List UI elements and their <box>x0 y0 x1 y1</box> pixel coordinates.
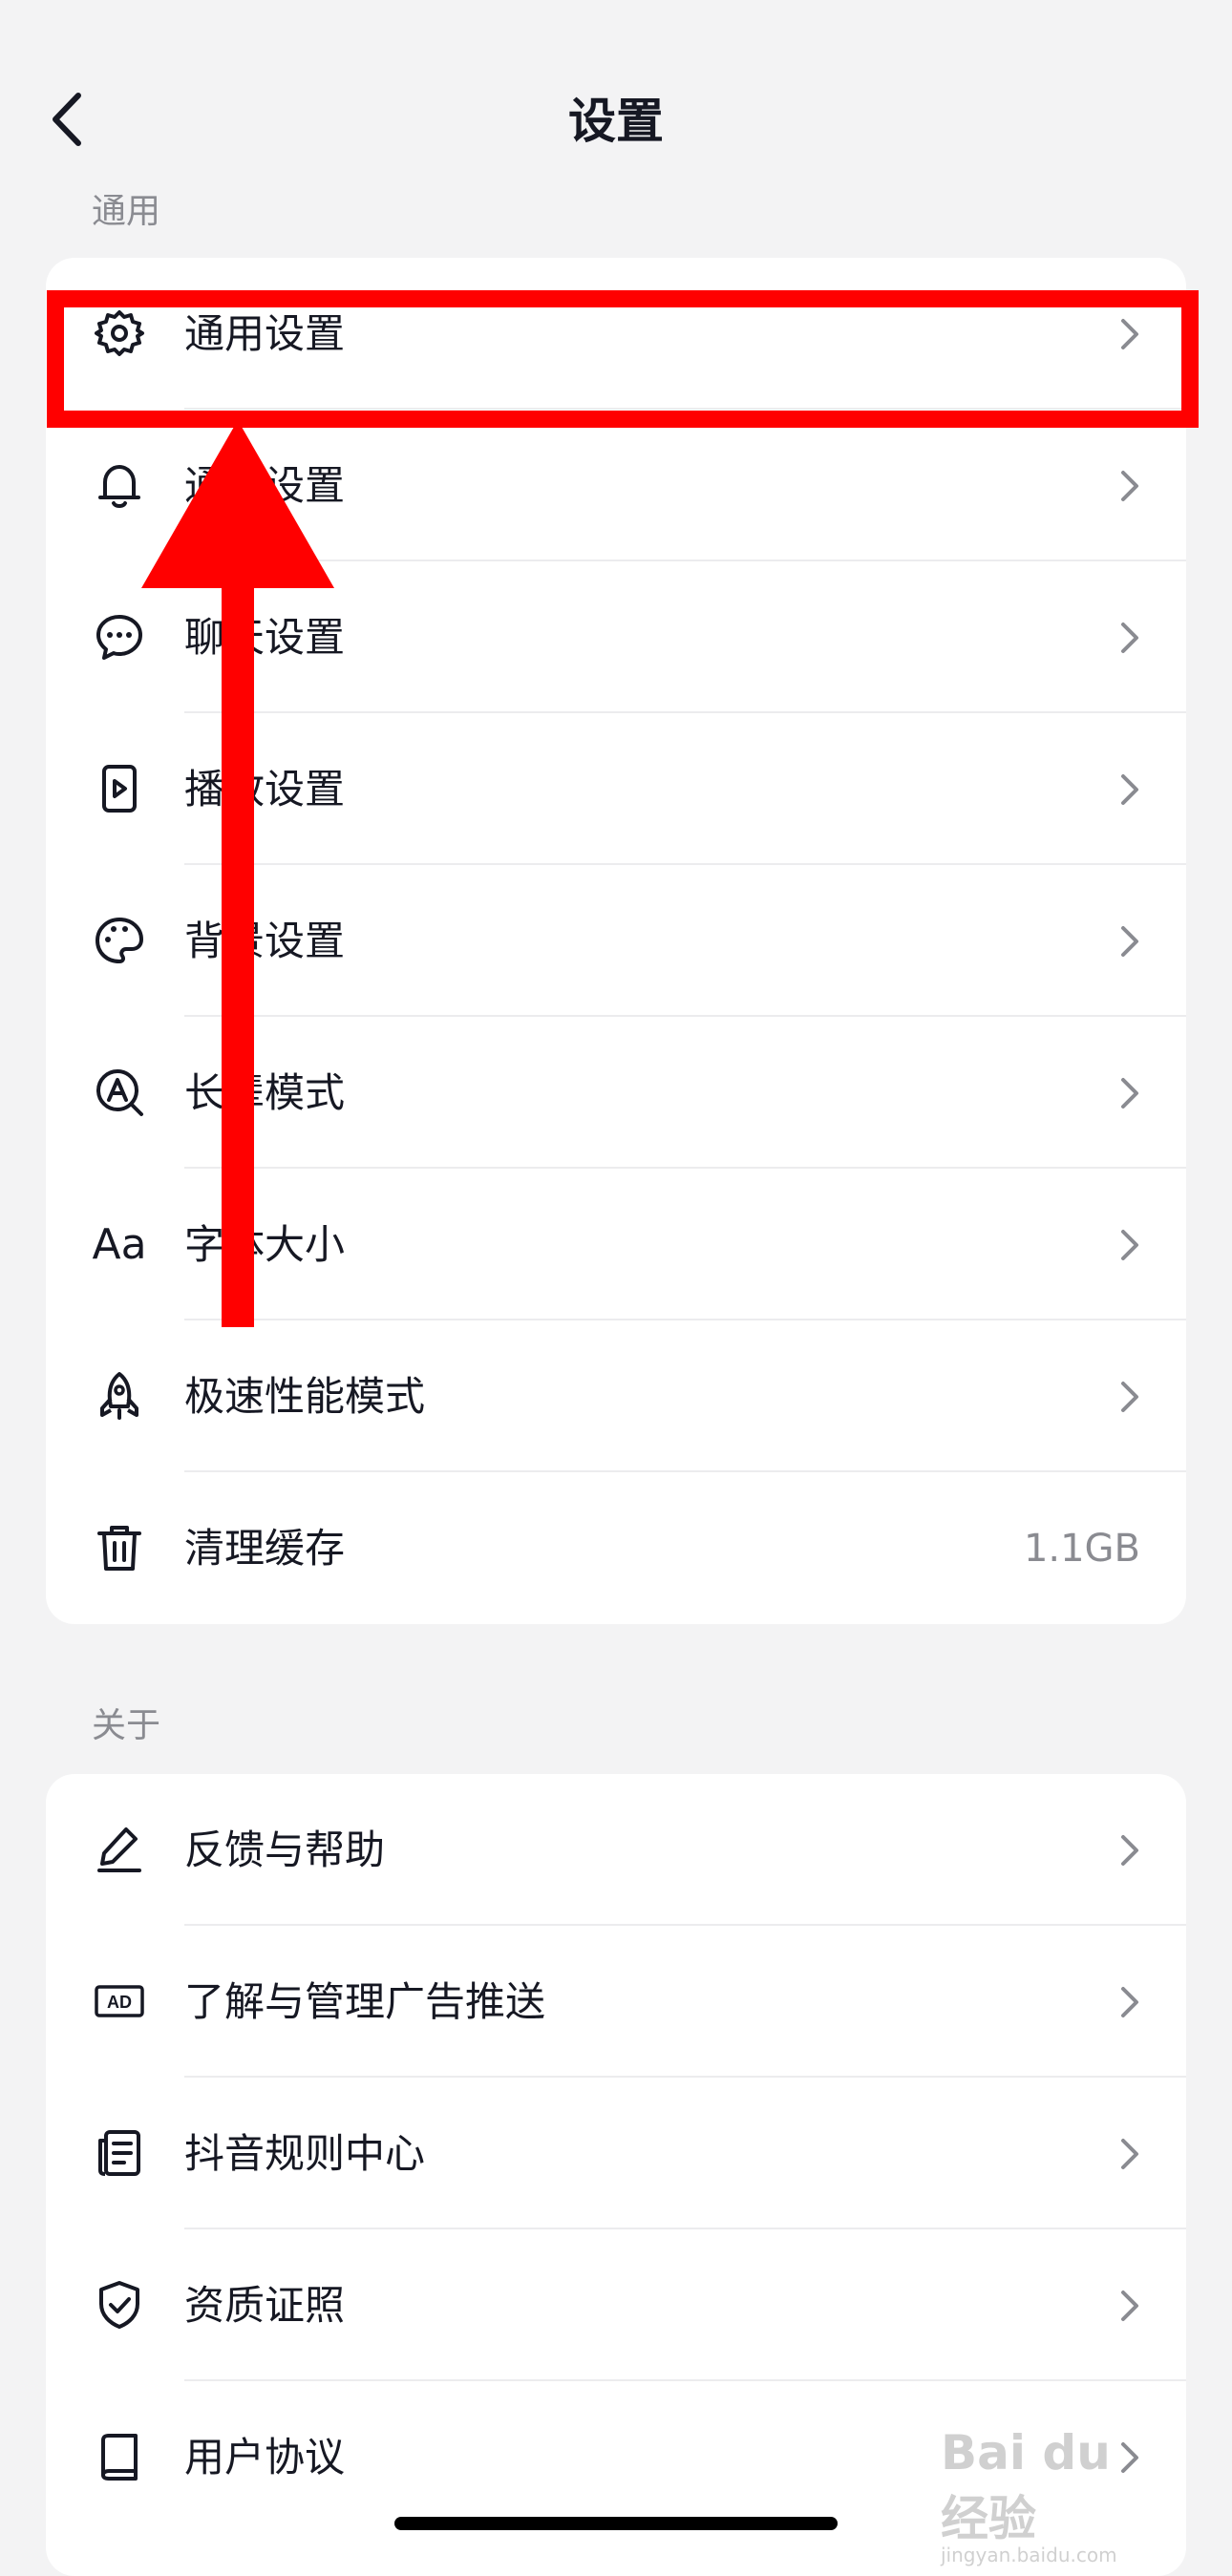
menu-item-label: 抖音规则中心 <box>184 2130 426 2177</box>
menu-item-feedback-help[interactable]: 反馈与帮助 <box>46 1774 1186 1926</box>
page-title: 设置 <box>568 94 664 149</box>
annotation-highlight-box <box>47 290 1199 428</box>
menu-item-qualifications[interactable]: 资质证照 <box>46 2229 1186 2381</box>
ad-glyph: AD <box>107 1993 132 2012</box>
magnify-a-icon <box>90 1063 149 1122</box>
chevron-right-icon <box>1121 926 1138 957</box>
chevron-right-icon <box>1121 774 1138 805</box>
watermark-subtext: jingyan.baidu.com <box>941 2544 1117 2566</box>
trash-icon <box>90 1518 149 1577</box>
cache-size-value: 1.1GB <box>1023 1527 1140 1571</box>
palette-icon <box>90 911 149 970</box>
rocket-icon <box>90 1366 149 1425</box>
menu-item-label: 极速性能模式 <box>184 1373 426 1420</box>
menu-item-label: 清理缓存 <box>184 1525 346 1572</box>
chevron-right-icon <box>1121 471 1138 501</box>
annotation-arrow-icon <box>141 420 334 1327</box>
section-title-about: 关于 <box>92 1706 161 1745</box>
menu-item-rules-center[interactable]: 抖音规则中心 <box>46 2078 1186 2229</box>
section-title-general: 通用 <box>92 192 161 231</box>
menu-item-label: 资质证照 <box>184 2282 346 2329</box>
chevron-right-icon <box>1121 1835 1138 1866</box>
chevron-right-icon <box>1121 1078 1138 1109</box>
play-icon <box>90 759 149 818</box>
watermark-text: Bai du 经验 <box>941 2425 1111 2546</box>
book-icon <box>90 2427 149 2486</box>
baidu-jingyan-watermark: Bai du 经验 jingyan.baidu.com <box>941 2425 1175 2566</box>
shield-check-icon <box>90 2275 149 2334</box>
home-indicator[interactable] <box>394 2517 838 2530</box>
chevron-right-icon <box>1121 1230 1138 1260</box>
edit-pen-icon <box>90 1820 149 1879</box>
menu-item-speed-mode[interactable]: 极速性能模式 <box>46 1320 1186 1472</box>
font-size-icon: Aa <box>90 1214 149 1274</box>
menu-item-label: 用户协议 <box>184 2434 346 2481</box>
menu-item-label: 了解与管理广告推送 <box>184 1978 546 2025</box>
menu-item-clear-cache[interactable]: 清理缓存 1.1GB <box>46 1472 1186 1624</box>
ad-icon: AD <box>90 1972 149 2031</box>
menu-item-ad-management[interactable]: AD 了解与管理广告推送 <box>46 1926 1186 2078</box>
chevron-right-icon <box>1121 623 1138 653</box>
document-icon <box>90 2123 149 2183</box>
chat-bubble-icon <box>90 607 149 666</box>
chevron-right-icon <box>1121 2291 1138 2321</box>
chevron-right-icon <box>1121 1987 1138 2017</box>
bell-icon <box>90 455 149 515</box>
menu-item-label: 反馈与帮助 <box>184 1826 386 1873</box>
chevron-right-icon <box>1121 1382 1138 1412</box>
chevron-right-icon <box>1121 2139 1138 2169</box>
navigation-bar: 设置 <box>0 0 1232 191</box>
font-size-glyph: Aa <box>92 1219 147 1269</box>
